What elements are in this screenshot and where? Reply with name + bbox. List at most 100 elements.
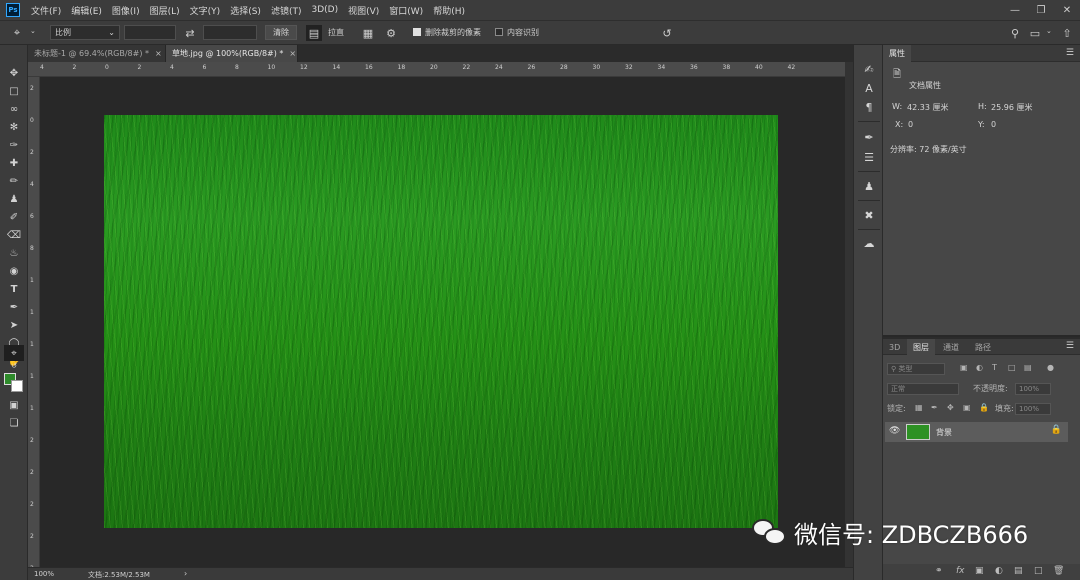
ratio-width-input[interactable] [124, 25, 176, 40]
trash-icon[interactable]: 🗑 [1053, 566, 1064, 576]
mask-icon[interactable]: ▣ [975, 566, 984, 576]
tab-3d[interactable]: 3D [883, 339, 906, 356]
menu-view[interactable]: 视图(V) [343, 4, 384, 17]
search-icon[interactable]: ⚲ [1006, 24, 1024, 42]
menu-3d[interactable]: 3D(D) [306, 5, 343, 15]
lock-pixels-icon[interactable]: ✒ [931, 403, 938, 412]
type-tool-icon[interactable]: T [4, 281, 24, 297]
y-value[interactable]: 0 [991, 120, 996, 129]
menu-filter[interactable]: 滤镜(T) [266, 4, 307, 17]
swap-icon[interactable]: ⇄ [181, 24, 199, 42]
straighten-label[interactable]: 拉直 [328, 27, 344, 38]
restore-icon[interactable]: ❐ [1028, 0, 1054, 20]
menu-help[interactable]: 帮助(H) [428, 4, 470, 17]
character-icon[interactable]: A [860, 80, 878, 96]
lock-position-icon[interactable]: ✥ [947, 403, 954, 412]
link-icon[interactable]: ⚭ [935, 566, 943, 576]
delete-cropped-checkbox[interactable] [413, 28, 421, 36]
tab-channels[interactable]: 通道 [937, 339, 965, 356]
menu-type[interactable]: 文字(Y) [185, 4, 226, 17]
menu-image[interactable]: 图像(I) [107, 4, 145, 17]
tab-properties[interactable]: 属性 [883, 45, 911, 62]
lock-artboard-icon[interactable]: ▣ [963, 403, 971, 412]
fill-input[interactable]: 100% [1015, 403, 1051, 415]
menu-select[interactable]: 选择(S) [225, 4, 266, 17]
libraries-icon[interactable]: ☁ [860, 235, 878, 251]
adjustment-layer-icon[interactable]: ◐ [995, 566, 1003, 576]
tab-grass[interactable]: 草地.jpg @ 100%(RGB/8#) * × [166, 45, 298, 62]
screen-mode-icon[interactable]: ❏ [4, 415, 24, 431]
menu-file[interactable]: 文件(F) [26, 4, 66, 17]
blur-tool-icon[interactable]: ◉ [4, 263, 24, 279]
close-icon[interactable]: × [289, 49, 296, 58]
eye-icon[interactable]: 👁 [889, 426, 900, 436]
fx-icon[interactable]: fx [956, 566, 965, 576]
swap-colors-icon[interactable]: ↺ [4, 361, 24, 371]
menu-layer[interactable]: 图层(L) [145, 4, 185, 17]
brush-panel-icon[interactable]: ✒ [860, 129, 878, 145]
quick-select-tool-icon[interactable]: ✻ [4, 119, 24, 135]
width-value[interactable]: 42.33 厘米 [907, 102, 948, 113]
pen-tool-icon[interactable]: ✒ [4, 299, 24, 315]
layer-row-background[interactable]: 👁 背景 🔒 [885, 422, 1068, 442]
close-icon[interactable]: ✕ [1054, 0, 1080, 20]
share-icon[interactable]: ⇧ [1058, 24, 1076, 42]
crop-tool-preset-icon[interactable]: ⌖ [8, 24, 26, 42]
opacity-input[interactable]: 100% [1015, 383, 1051, 395]
minimize-icon[interactable]: — [1002, 0, 1028, 20]
undo-rotate-icon[interactable]: ↺ [658, 24, 676, 42]
lasso-tool-icon[interactable]: ∞ [4, 101, 24, 117]
marquee-tool-icon[interactable]: □ [4, 83, 24, 99]
tools-preset-icon[interactable]: ✖ [860, 207, 878, 223]
height-value[interactable]: 25.96 厘米 [991, 102, 1032, 113]
tab-paths[interactable]: 路径 [969, 339, 997, 356]
filter-smart-object-icon[interactable]: ▤ [1024, 363, 1032, 372]
x-value[interactable]: 0 [908, 120, 913, 129]
brush-tool-icon[interactable]: ✏ [4, 173, 24, 189]
panel-menu-icon[interactable]: ☰ [1066, 341, 1074, 351]
lock-all-icon[interactable]: 🔒 [979, 403, 989, 412]
clear-button[interactable]: 清除 [265, 25, 297, 40]
path-select-tool-icon[interactable]: ➤ [4, 317, 24, 333]
crop-tool-icon[interactable]: ⌖ [4, 345, 24, 361]
history-brush-tool-icon[interactable]: ✐ [4, 209, 24, 225]
filter-shape-icon[interactable]: □ [1008, 363, 1016, 372]
zoom-level[interactable]: 100% [34, 570, 54, 578]
close-icon[interactable]: × [155, 49, 162, 58]
new-layer-icon[interactable]: □ [1034, 566, 1043, 576]
gear-icon[interactable]: ⚙ [382, 24, 400, 42]
chevron-down-icon[interactable]: ⌄ [1046, 27, 1052, 35]
healing-brush-tool-icon[interactable]: ✚ [4, 155, 24, 171]
straighten-icon[interactable]: ▤ [306, 25, 322, 41]
eraser-tool-icon[interactable]: ⌫ [4, 227, 24, 243]
horizontal-ruler[interactable]: 4 2 0 2 4 6 8 10 12 14 16 18 20 22 24 26 28 30 32 34 36 38 40 4… [28, 62, 845, 77]
filter-type-icon[interactable]: T [992, 363, 997, 372]
lock-transparent-icon[interactable]: ▦ [915, 403, 923, 412]
vertical-ruler[interactable]: 2024681111122222 [28, 77, 40, 567]
quick-mask-icon[interactable]: ▣ [4, 397, 24, 413]
paint-bucket-tool-icon[interactable]: ♨ [4, 245, 24, 261]
filter-pixel-icon[interactable]: ▣ [960, 363, 968, 372]
panel-menu-icon[interactable]: ☰ [1066, 48, 1074, 58]
clone-source-icon[interactable]: ♟ [860, 178, 878, 194]
canvas-area[interactable] [40, 77, 845, 567]
background-color-swatch[interactable] [11, 380, 23, 392]
menu-edit[interactable]: 编辑(E) [66, 4, 107, 17]
clone-stamp-tool-icon[interactable]: ♟ [4, 191, 24, 207]
ratio-select[interactable]: 比例 ⌄ [50, 25, 120, 40]
chevron-down-icon[interactable]: ⌄ [30, 27, 36, 35]
menu-window[interactable]: 窗口(W) [384, 4, 428, 17]
vertical-scrollbar[interactable] [845, 62, 853, 567]
ratio-height-input[interactable] [203, 25, 257, 40]
eyedropper-tool-icon[interactable]: ✑ [4, 137, 24, 153]
filter-toggle-icon[interactable]: ● [1047, 363, 1054, 372]
paragraph-icon[interactable]: ¶ [860, 99, 878, 115]
lock-icon[interactable]: 🔒 [1051, 425, 1062, 435]
brush-settings-icon[interactable]: ✍ [860, 61, 878, 77]
tab-untitled[interactable]: 未标题-1 @ 69.4%(RGB/8#) * × [28, 45, 166, 62]
layer-filter-select[interactable]: ⚲ 类型 [887, 363, 945, 375]
workspace-icon[interactable]: ▭ [1026, 24, 1044, 42]
blend-mode-select[interactable]: 正常 [887, 383, 959, 395]
content-aware-checkbox[interactable] [495, 28, 503, 36]
tab-layers[interactable]: 图层 [907, 339, 935, 356]
